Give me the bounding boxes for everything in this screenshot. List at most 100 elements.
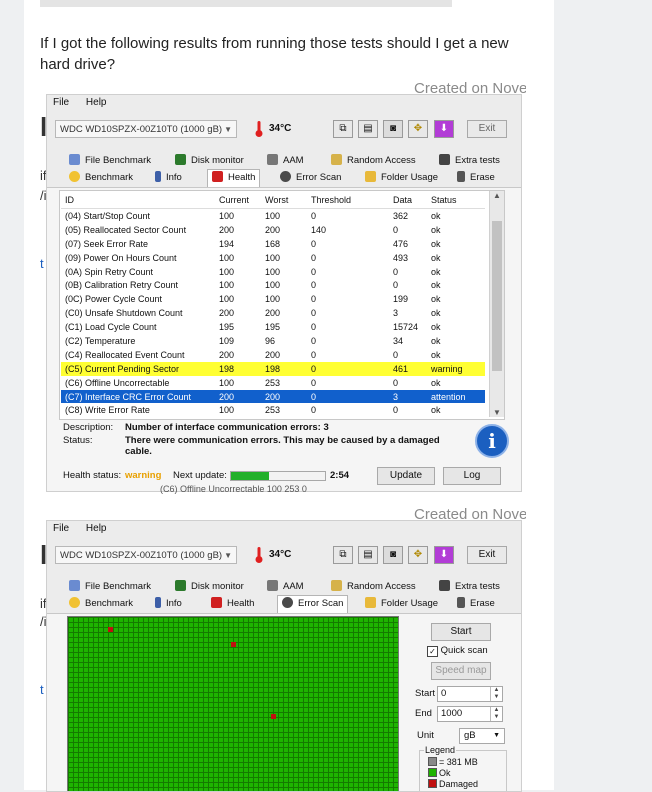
menu-file[interactable]: File (53, 97, 69, 108)
tab-random-access[interactable]: Random Access (331, 579, 416, 595)
tab-extra-tests[interactable]: Extra tests (439, 153, 500, 169)
camera-icon[interactable]: ◙ (383, 546, 403, 564)
tab-erase[interactable]: Erase (457, 170, 495, 186)
tab-disk-monitor[interactable]: Disk monitor (175, 153, 244, 169)
speed-map-button[interactable]: Speed map (431, 662, 491, 680)
tab-error-scan[interactable]: Error Scan (277, 595, 349, 613)
current-value: 109 (219, 335, 235, 346)
current-value: 100 (219, 210, 235, 221)
menu-file[interactable]: File (53, 523, 69, 534)
update-button[interactable]: Update (377, 467, 435, 485)
start-scan-button[interactable]: Start (431, 623, 491, 641)
current-value: 100 (219, 280, 235, 291)
start-field[interactable]: 0 ▲ ▼ (437, 686, 503, 702)
tab-benchmark[interactable]: Benchmark (69, 170, 133, 186)
scroll-up-icon[interactable]: ▲ (490, 191, 504, 200)
description-label: Description: (63, 422, 114, 433)
error-scan-block-map (67, 616, 399, 791)
tab-disk-monitor[interactable]: Disk monitor (175, 579, 244, 595)
options-icon[interactable]: ✥ (408, 120, 428, 138)
data-value: 199 (393, 294, 409, 305)
tab-info[interactable]: Info (155, 170, 182, 186)
table-row[interactable]: (C6) Offline Uncorrectable 100 253 0 0 ok (61, 376, 485, 390)
table-row[interactable]: (C5) Current Pending Sector 198 198 0 461 war… (61, 361, 485, 376)
health-panel: ID Current Worst Threshold Data Status (… (47, 187, 521, 491)
column-header-worst[interactable]: Worst (261, 192, 307, 209)
copy-screenshot-icon[interactable]: ▤ (358, 546, 378, 564)
threshold-value: 0 (311, 238, 317, 249)
table-row[interactable]: (05) Reallocated Sector Count 200 200 140 0 o… (61, 223, 485, 237)
menu-help[interactable]: Help (86, 97, 107, 108)
table-row[interactable]: (C8) Write Error Rate 100 253 0 0 ok (61, 403, 485, 417)
threshold-value: 0 (311, 322, 317, 333)
legend-swatch-red (428, 779, 437, 788)
spinner-arrows-icon[interactable]: ▲ ▼ (490, 707, 502, 721)
column-header-id[interactable]: ID (61, 192, 215, 209)
tab-benchmark[interactable]: Benchmark (69, 596, 133, 612)
quick-scan-checkbox[interactable]: ✓ Quick scan (427, 645, 488, 657)
tab-aam[interactable]: AAM (267, 153, 304, 169)
data-value: 493 (393, 252, 409, 263)
table-scrollbar[interactable]: ▲ ▼ (489, 191, 504, 417)
table-row[interactable]: (09) Power On Hours Count 100 100 0 493 ok (61, 251, 485, 265)
drive-select[interactable]: WDC WD10SPZX-00Z10T0 (1000 gB) ▼ (55, 546, 237, 564)
tab-health[interactable]: Health (211, 596, 254, 612)
table-row[interactable]: (0C) Power Cycle Count 100 100 0 199 ok (61, 292, 485, 306)
tab-random-access[interactable]: Random Access (331, 153, 416, 169)
tab-error-scan[interactable]: Error Scan (280, 170, 341, 186)
copy-info-icon[interactable]: ⧉ (333, 120, 353, 138)
attribute-id: (04) Start/Stop Count (65, 210, 151, 221)
column-header-data[interactable]: Data (389, 192, 427, 209)
download-icon[interactable]: ⬇ (434, 120, 454, 138)
table-row[interactable]: (C1) Load Cycle Count 195 195 0 15724 ok (61, 320, 485, 334)
tab-file-benchmark[interactable]: File Benchmark (69, 153, 151, 169)
drive-select[interactable]: WDC WD10SPZX-00Z10T0 (1000 gB) ▼ (55, 120, 237, 138)
options-icon[interactable]: ✥ (408, 546, 428, 564)
tab-info[interactable]: Info (155, 596, 182, 612)
trash-icon (457, 171, 465, 182)
table-row[interactable]: (C0) Unsafe Shutdown Count 200 200 0 3 ok (61, 306, 485, 320)
scroll-down-icon[interactable]: ▼ (490, 408, 504, 417)
spinner-arrows-icon[interactable]: ▲ ▼ (490, 687, 502, 701)
worst-value: 200 (265, 308, 281, 319)
table-row[interactable]: (0A) Spin Retry Count 100 100 0 0 ok (61, 265, 485, 279)
current-value: 194 (219, 238, 235, 249)
table-row[interactable]: (07) Seek Error Rate 194 168 0 476 ok (61, 237, 485, 251)
tab-folder-usage[interactable]: Folder Usage (365, 596, 438, 612)
tab-aam[interactable]: AAM (267, 579, 304, 595)
table-row[interactable]: (04) Start/Stop Count 100 100 0 362 ok (61, 209, 485, 223)
status-text-line2: cable. (125, 446, 152, 457)
table-row[interactable]: (0B) Calibration Retry Count 100 100 0 0 ok (61, 278, 485, 292)
tab-erase[interactable]: Erase (457, 596, 495, 612)
log-button[interactable]: Log (443, 467, 501, 485)
attribute-id: (05) Reallocated Sector Count (65, 224, 187, 235)
threshold-value: 0 (311, 363, 317, 374)
table-row[interactable]: (C7) Interface CRC Error Count 200 200 0 3 at… (61, 389, 485, 404)
tab-health[interactable]: Health (207, 169, 261, 187)
copy-info-icon[interactable]: ⧉ (333, 546, 353, 564)
threshold-value: 0 (311, 308, 317, 319)
exit-button[interactable]: Exit (467, 546, 507, 564)
table-row[interactable]: (C2) Temperature 109 96 0 34 ok (61, 334, 485, 348)
end-field[interactable]: 1000 ▲ ▼ (437, 706, 503, 722)
menu-help[interactable]: Help (86, 523, 107, 534)
column-header-threshold[interactable]: Threshold (307, 192, 389, 209)
current-value: 200 (219, 308, 235, 319)
status-value: ok (431, 224, 441, 235)
legend-item-ok: Ok (428, 768, 451, 778)
tab-file-benchmark[interactable]: File Benchmark (69, 579, 151, 595)
data-value: 3 (393, 391, 399, 402)
worst-value: 100 (265, 280, 281, 291)
tab-folder-usage[interactable]: Folder Usage (365, 170, 438, 186)
exit-button[interactable]: Exit (467, 120, 507, 138)
download-icon[interactable]: ⬇ (434, 546, 454, 564)
scrollbar-thumb[interactable] (492, 221, 502, 371)
column-header-current[interactable]: Current (215, 192, 261, 209)
worst-value: 100 (265, 252, 281, 263)
unit-select[interactable]: gB ▼ (459, 728, 505, 744)
column-header-status[interactable]: Status (427, 192, 485, 209)
copy-screenshot-icon[interactable]: ▤ (358, 120, 378, 138)
tab-extra-tests[interactable]: Extra tests (439, 579, 500, 595)
camera-icon[interactable]: ◙ (383, 120, 403, 138)
table-row[interactable]: (C4) Reallocated Event Count 200 200 0 0 ok (61, 348, 485, 362)
